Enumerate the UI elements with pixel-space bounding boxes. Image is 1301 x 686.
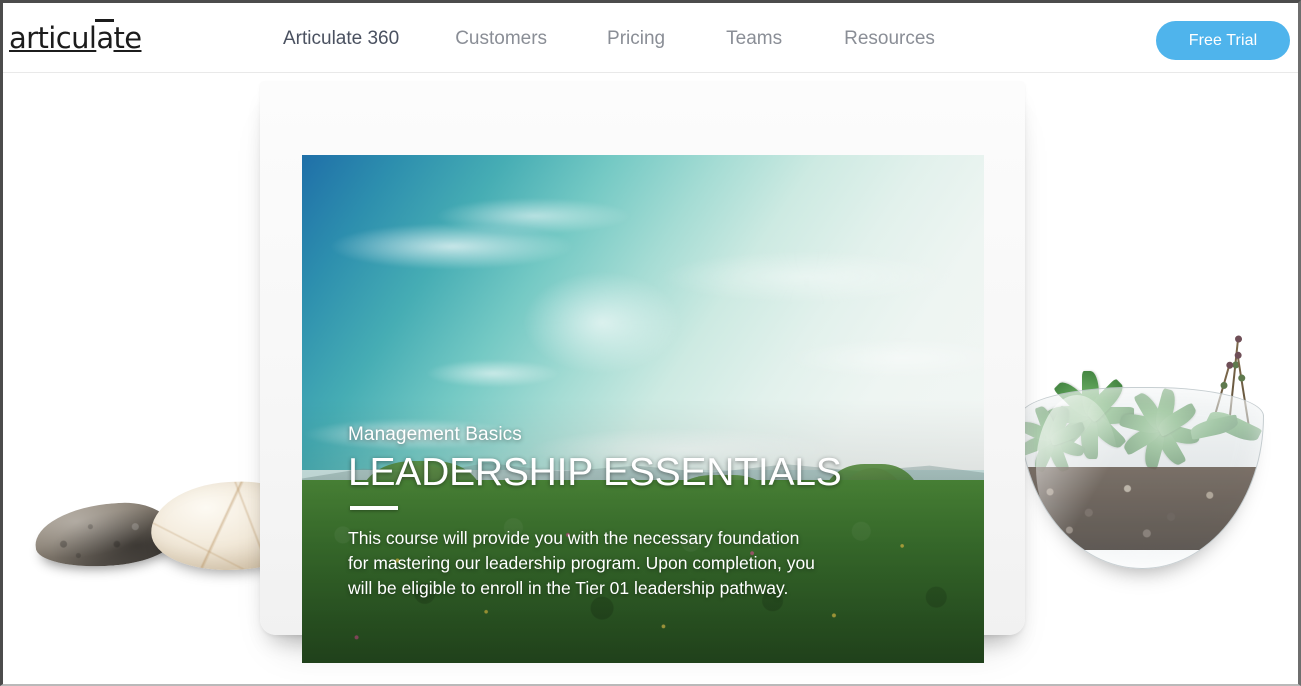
course-hero-image: Management Basics LEADERSHIP ESSENTIALS …	[302, 155, 984, 663]
tablet-device-frame: Management Basics LEADERSHIP ESSENTIALS …	[260, 81, 1025, 663]
sprig-icon-b	[1236, 355, 1250, 428]
course-title: LEADERSHIP ESSENTIALS	[348, 451, 842, 495]
logo-text-post: te	[113, 21, 142, 55]
glass-sheen	[1035, 395, 1118, 540]
course-eyebrow: Management Basics	[348, 423, 522, 445]
browser-viewport: articulate Articulate 360 Customers Pric…	[0, 0, 1301, 686]
stones-alt-text: Two smooth stones, one dark gray and one…	[23, 474, 24, 475]
soil-gravel	[1021, 467, 1263, 550]
succulent-leaf-a	[1205, 406, 1263, 447]
succulent-leaf-b	[1189, 414, 1240, 440]
stones-decoration: Two smooth stones, one dark gray and one…	[23, 474, 314, 579]
nav-item-teams[interactable]: Teams	[726, 23, 782, 54]
course-description: This course will provide you with the ne…	[348, 528, 815, 599]
nav-item-pricing[interactable]: Pricing	[607, 23, 665, 54]
free-trial-button[interactable]: Free Trial	[1156, 21, 1290, 60]
site-header: articulate Articulate 360 Customers Pric…	[3, 3, 1298, 73]
logo-macron-letter: a	[95, 19, 115, 55]
nav-item-resources[interactable]: Resources	[844, 23, 935, 54]
nav-item-customers[interactable]: Customers	[455, 23, 547, 54]
logo-text-pre: articul	[9, 21, 97, 55]
sprig-icon-c	[1210, 365, 1231, 430]
glass-bowl-icon	[1020, 387, 1264, 569]
hero-section: Two smooth stones, one dark gray and one…	[3, 73, 1298, 684]
stone-dark-icon	[33, 499, 177, 571]
articulate-logo[interactable]: articulate	[9, 19, 142, 55]
course-text-block: Management Basics LEADERSHIP ESSENTIALS …	[348, 424, 938, 601]
sprig-icon-a	[1228, 339, 1239, 426]
course-title-underline	[350, 506, 398, 511]
nav-item-articulate-360[interactable]: Articulate 360	[283, 23, 399, 54]
main-navigation: Articulate 360 Customers Pricing Teams R…	[283, 3, 935, 73]
terrarium-decoration: Glass bowl terrarium planted with green …	[1010, 311, 1292, 583]
